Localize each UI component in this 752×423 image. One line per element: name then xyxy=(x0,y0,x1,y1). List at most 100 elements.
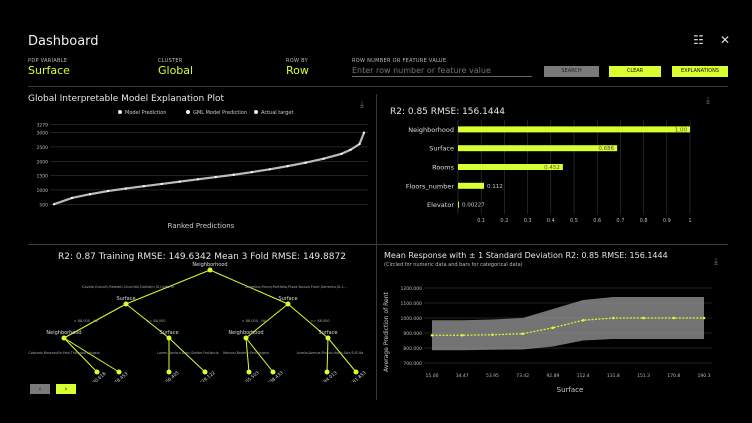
bar-value-label: 0.452 xyxy=(544,165,560,171)
tree-leaf xyxy=(324,369,330,375)
tree-edge-label: Colorado,Brownsville,Park,Thompson,Angel… xyxy=(28,351,99,355)
tree-leaf xyxy=(94,369,100,375)
tree-leaf xyxy=(202,369,208,375)
mean-point xyxy=(491,333,494,337)
importance-bar xyxy=(458,201,459,208)
mean-point xyxy=(612,316,615,320)
y-tick-label: 900.000 xyxy=(403,331,422,337)
grid-icon[interactable]: ☷ xyxy=(693,33,704,47)
data-point xyxy=(232,173,235,176)
pdp-variable-control[interactable]: PDP VARIABLE Surface xyxy=(28,58,70,77)
tree-edge-label: >= 88.000 xyxy=(146,319,165,323)
pdp-variable-value[interactable]: Surface xyxy=(28,64,70,77)
data-point xyxy=(358,142,361,146)
tree-root-label: Neighborhood xyxy=(192,262,227,268)
data-point xyxy=(304,161,307,164)
mean-point xyxy=(521,332,524,336)
page-title: Dashboard xyxy=(28,34,99,49)
tree-edge-label: Lorem,Sanford,Arms,Shelter,Fortlaurio xyxy=(157,351,218,355)
x-tick-label: 0.3 xyxy=(524,218,532,224)
x-tick-label: 0.7 xyxy=(616,218,624,224)
y-tick-label: 2500 xyxy=(37,145,49,151)
tree-node xyxy=(61,335,67,341)
vertical-divider xyxy=(376,94,377,400)
tree-edge-label: >= 88.000 xyxy=(310,319,329,323)
global-xlabel: Ranked Predictions xyxy=(168,222,235,230)
tree-edge-label: Angelino,Parral,Portfolio,Plaza Nuova,Fr… xyxy=(245,285,347,289)
cluster-control[interactable]: CLUSTER Global xyxy=(158,58,193,77)
search-button[interactable]: SEARCH xyxy=(544,66,599,77)
row-by-value[interactable]: Row xyxy=(286,64,309,77)
tree-edge xyxy=(245,337,250,373)
data-point xyxy=(70,196,74,200)
data-point xyxy=(52,203,56,206)
x-tick-label: 73.42 xyxy=(516,373,529,379)
pdp-chart: 700.000 800.000 900.000 1000.000 1100.000 120… xyxy=(383,286,712,394)
legend-marker xyxy=(186,110,190,114)
y-tick-label: 1000 xyxy=(37,188,49,194)
download-icon[interactable]: ⤓ xyxy=(714,257,718,267)
y-tick-label: 3279 xyxy=(37,123,49,129)
close-icon[interactable]: ✕ xyxy=(720,33,730,47)
mean-point xyxy=(430,333,434,337)
bar-category-label: Surface xyxy=(429,145,454,153)
prev-page-button[interactable]: ‹ xyxy=(30,384,50,394)
y-tick-label: 1100.000 xyxy=(401,301,423,307)
y-tick-label: 1200.000 xyxy=(401,286,423,292)
bar-value-label: 0.00227 xyxy=(462,203,485,209)
mean-point xyxy=(460,333,464,337)
mean-point xyxy=(642,316,645,320)
legend-label: Actual target xyxy=(261,110,293,116)
y-tick-label: 1000.000 xyxy=(401,316,423,322)
data-point xyxy=(196,178,199,181)
bar-category-label: Elevator xyxy=(427,201,454,209)
data-point xyxy=(124,187,127,190)
cluster-value[interactable]: Global xyxy=(158,64,193,77)
data-point xyxy=(160,182,163,186)
mean-point xyxy=(672,316,676,320)
row-by-control[interactable]: ROW BY Row xyxy=(286,58,309,77)
pdp-ylabel: Average Prediction of Rent xyxy=(383,292,390,372)
legend-label: GML Model Prediction xyxy=(193,110,247,116)
pdp-subtitle: (Circled for numeric data and bars for c… xyxy=(384,262,523,268)
tree-title: R2: 0.87 Training RMSE: 149.6342 Mean 3 … xyxy=(58,252,346,262)
x-tick-label: 190.3 xyxy=(698,373,711,379)
header-icons: ☷ ✕ xyxy=(693,33,730,47)
tree-node xyxy=(285,301,291,307)
explanations-button[interactable]: EXPLANATIONS xyxy=(672,66,728,77)
tree-edge xyxy=(327,337,357,373)
bar-value-label: 0.112 xyxy=(487,184,503,190)
decision-tree: Neighborhood Surface Surface Neighborhood Su… xyxy=(28,262,367,382)
data-point xyxy=(268,168,271,171)
global-plot-chart: Model Prediction GML Model Prediction Actu… xyxy=(37,110,368,230)
legend-marker xyxy=(254,110,258,114)
y-tick-label: 3000 xyxy=(37,131,49,137)
clear-button[interactable]: CLEAR xyxy=(609,66,661,77)
tree-edge-label: Marconi,Bodmin,Park,Angelo xyxy=(223,351,269,355)
importance-bar xyxy=(458,126,690,133)
tree-edge-label: Aurelia,Avenue,Pizzulo,Hosel,Sole,SUE,Il… xyxy=(297,351,364,355)
bar-value-label: 0.686 xyxy=(598,146,614,152)
tree-node xyxy=(123,301,129,307)
data-point xyxy=(250,171,253,174)
tree-node xyxy=(207,267,213,273)
next-page-button[interactable]: › xyxy=(56,384,76,394)
tree-edge-label: < 88.000 , NA xyxy=(242,319,267,323)
x-tick-label: 0.8 xyxy=(640,218,648,224)
y-tick-label: 500 xyxy=(39,202,48,208)
tree-edge-label: Cavalo,Grocelli,Ramaiti,Chochtik,Dolhalm… xyxy=(82,285,175,289)
mean-point xyxy=(551,326,555,330)
data-point xyxy=(214,175,217,179)
x-tick-label: 0.5 xyxy=(570,218,578,224)
model-prediction-line xyxy=(53,132,366,206)
feature-value-input[interactable] xyxy=(352,64,532,77)
importance-chart: R2: 0.85 RMSE: 156.1444 0.1 0.2 0.3 0.4 0.5 0… xyxy=(390,107,692,224)
importance-bar xyxy=(458,145,618,152)
x-tick-label: 170.8 xyxy=(667,373,680,379)
tree-node-label: Surface xyxy=(278,296,297,302)
data-point xyxy=(286,165,289,168)
tree-node-label: Surface xyxy=(318,330,337,336)
tree-edge-label: < 88.000 , NA xyxy=(74,319,99,323)
tree-edge xyxy=(326,337,329,373)
importance-bar xyxy=(458,182,484,189)
